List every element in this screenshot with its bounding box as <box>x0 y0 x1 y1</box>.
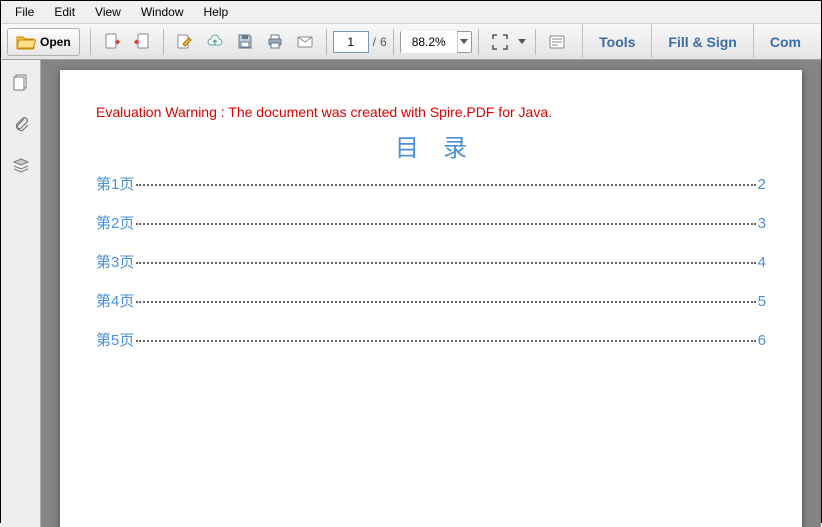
separator <box>163 29 164 55</box>
menubar: File Edit View Window Help <box>1 1 821 24</box>
paperclip-icon <box>12 115 30 133</box>
toc-title: 目录 <box>96 128 766 163</box>
toc-label: 第4页 <box>96 290 134 311</box>
toc-label: 第5页 <box>96 329 134 350</box>
right-tools: Tools Fill & Sign Com <box>582 24 817 60</box>
fit-button[interactable] <box>486 28 514 56</box>
toc-list: 第1页 2 第2页 3 第3页 4 第4页 5 第5页 6 <box>96 173 766 350</box>
page-separator: / <box>369 35 380 49</box>
toc-row[interactable]: 第4页 5 <box>96 290 766 311</box>
open-label: Open <box>40 35 71 49</box>
page-arrow-out-icon <box>133 33 151 51</box>
pencil-page-icon <box>176 33 194 51</box>
open-button[interactable]: Open <box>7 28 80 56</box>
toc-row[interactable]: 第2页 3 <box>96 212 766 233</box>
export-pdf-button[interactable] <box>128 28 156 56</box>
toc-label: 第1页 <box>96 173 134 194</box>
layers-tab[interactable] <box>7 152 35 180</box>
read-mode-button[interactable] <box>543 28 571 56</box>
attachments-tab[interactable] <box>7 110 35 138</box>
layers-icon <box>12 157 30 175</box>
email-button[interactable] <box>291 28 319 56</box>
edit-button[interactable] <box>171 28 199 56</box>
toolbar: Open / 6 Tools Fill & Sign Com <box>1 24 821 60</box>
toc-row[interactable]: 第3页 4 <box>96 251 766 272</box>
separator <box>90 29 91 55</box>
toc-row[interactable]: 第5页 6 <box>96 329 766 350</box>
chevron-down-icon <box>518 39 526 44</box>
separator <box>393 29 394 55</box>
tools-panel-button[interactable]: Tools <box>582 24 651 60</box>
cloud-button[interactable] <box>201 28 229 56</box>
separator <box>478 29 479 55</box>
thumbnails-tab[interactable] <box>7 68 35 96</box>
toc-dots <box>136 184 755 186</box>
page-total: 6 <box>380 35 387 49</box>
thumbnails-icon <box>12 73 30 91</box>
toc-page: 6 <box>758 332 766 349</box>
print-button[interactable] <box>261 28 289 56</box>
menu-view[interactable]: View <box>85 3 131 21</box>
workspace: Evaluation Warning : The document was cr… <box>1 60 821 527</box>
sidebar <box>1 60 41 527</box>
chevron-down-icon <box>460 39 468 44</box>
pdf-page: Evaluation Warning : The document was cr… <box>60 70 802 527</box>
cloud-up-icon <box>206 33 224 51</box>
page-number-input[interactable] <box>333 31 369 53</box>
floppy-icon <box>236 33 254 51</box>
toc-label: 第2页 <box>96 212 134 233</box>
menu-file[interactable]: File <box>5 3 44 21</box>
toc-page: 3 <box>758 215 766 232</box>
zoom-input[interactable] <box>401 31 457 53</box>
create-pdf-button[interactable] <box>98 28 126 56</box>
zoom-dropdown[interactable] <box>457 32 471 52</box>
toc-dots <box>136 262 755 264</box>
separator <box>326 29 327 55</box>
envelope-icon <box>296 33 314 51</box>
page-arrow-icon <box>103 33 121 51</box>
toc-dots <box>136 223 755 225</box>
fit-dropdown[interactable] <box>515 32 529 52</box>
evaluation-warning: Evaluation Warning : The document was cr… <box>96 104 766 120</box>
toc-row[interactable]: 第1页 2 <box>96 173 766 194</box>
save-button[interactable] <box>231 28 259 56</box>
toc-dots <box>136 301 755 303</box>
toc-page: 4 <box>758 254 766 271</box>
toc-label: 第3页 <box>96 251 134 272</box>
printer-icon <box>266 33 284 51</box>
menu-edit[interactable]: Edit <box>44 3 85 21</box>
zoom-control[interactable] <box>400 31 472 53</box>
toc-page: 5 <box>758 293 766 310</box>
menu-help[interactable]: Help <box>194 3 239 21</box>
folder-icon <box>16 34 36 50</box>
toc-page: 2 <box>758 176 766 193</box>
document-canvas[interactable]: Evaluation Warning : The document was cr… <box>41 60 821 527</box>
menu-window[interactable]: Window <box>131 3 194 21</box>
fill-sign-panel-button[interactable]: Fill & Sign <box>651 24 752 60</box>
fit-icon <box>491 33 509 51</box>
comment-panel-button[interactable]: Com <box>753 24 817 60</box>
toc-dots <box>136 340 755 342</box>
separator <box>535 29 536 55</box>
read-icon <box>548 33 566 51</box>
